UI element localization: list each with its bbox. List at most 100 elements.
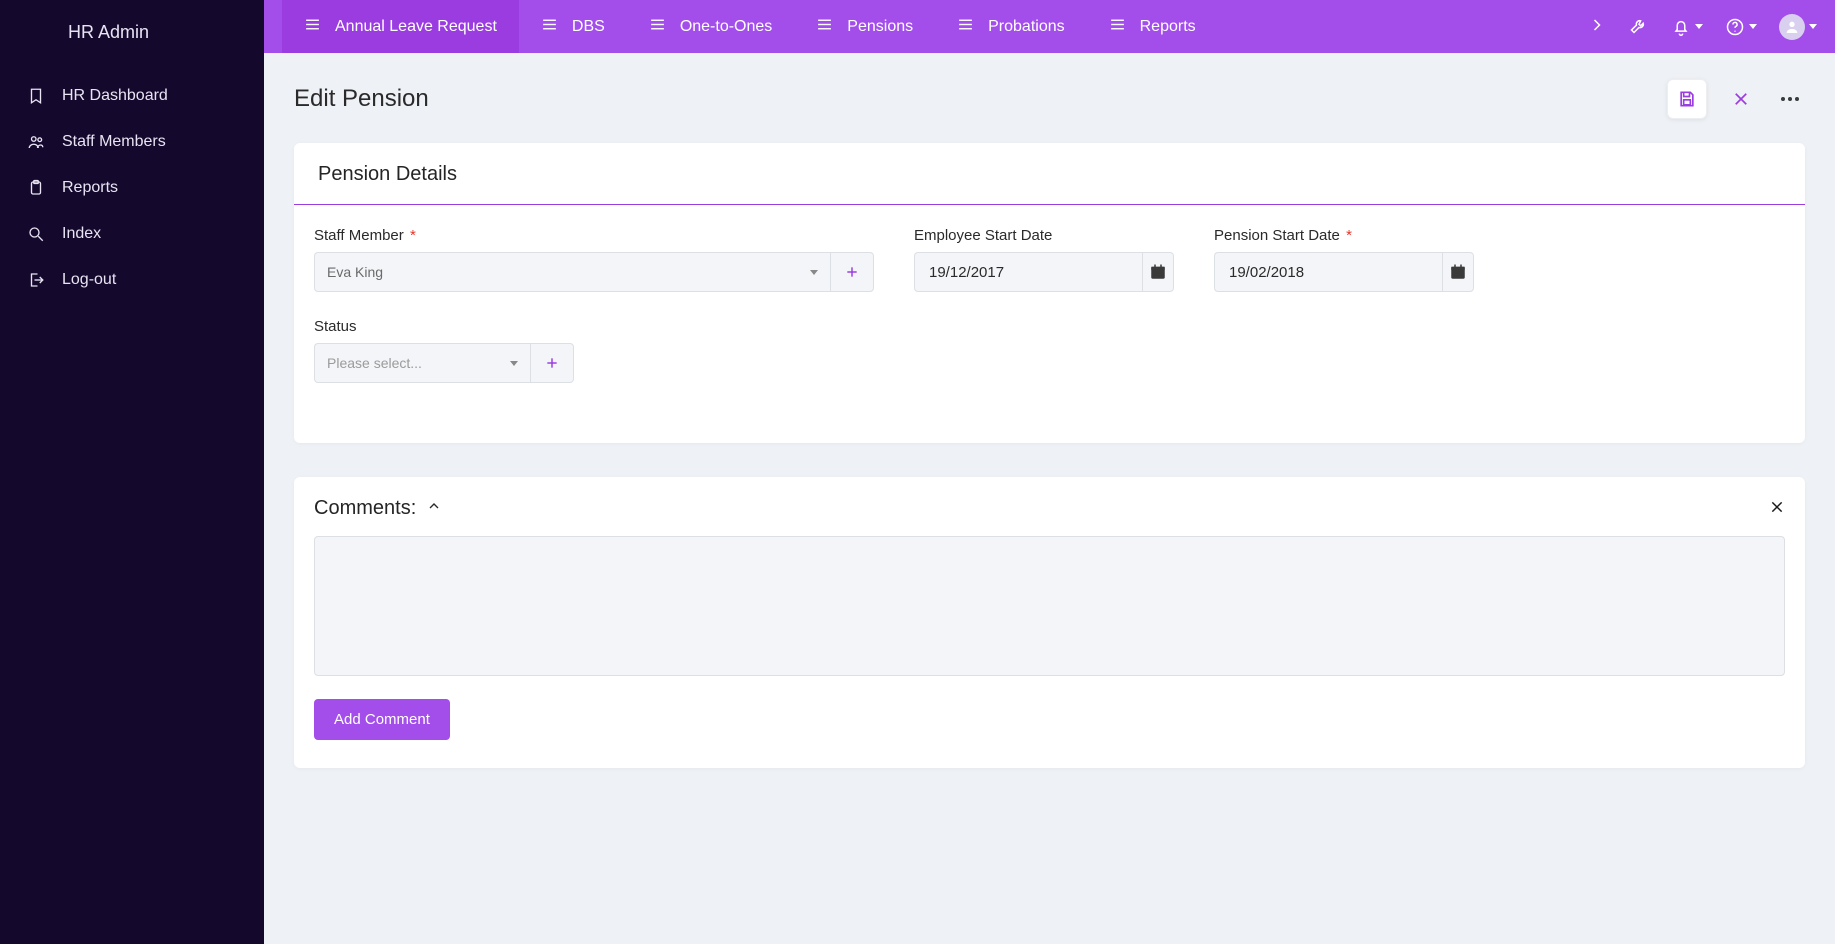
topbar: Annual Leave Request DBS One-to-Ones Pen… [264, 0, 1835, 53]
comments-title-wrap[interactable]: Comments: [314, 497, 442, 520]
sidebar-item-hr-dashboard[interactable]: HR Dashboard [0, 73, 264, 119]
field-employee-start-date: Employee Start Date [914, 227, 1174, 292]
sidebar-item-label: Reports [62, 179, 118, 197]
close-button[interactable] [1721, 79, 1761, 119]
tab-label: Annual Leave Request [335, 18, 497, 36]
sidebar-item-label: Staff Members [62, 133, 166, 151]
tab-dbs[interactable]: DBS [519, 0, 627, 53]
chevron-down-icon [1809, 24, 1817, 29]
tab-label: Probations [988, 18, 1065, 36]
field-staff-member: Staff Member * Eva King [314, 227, 874, 292]
notifications-menu[interactable] [1671, 17, 1703, 37]
page-actions [1667, 79, 1805, 119]
close-icon [1732, 90, 1750, 108]
menu-icon [649, 16, 666, 38]
employee-start-date-wrap [914, 252, 1174, 292]
sidebar-item-label: HR Dashboard [62, 87, 168, 105]
tab-pensions[interactable]: Pensions [794, 0, 935, 53]
chevron-up-icon [426, 497, 442, 520]
staff-member-combo: Eva King [314, 252, 874, 292]
chevron-down-icon [1749, 24, 1757, 29]
tab-label: Pensions [847, 18, 913, 36]
comments-title: Comments: [314, 497, 416, 520]
status-select[interactable]: Please select... [314, 343, 530, 383]
page-title: Edit Pension [294, 85, 429, 113]
field-pension-start-date: Pension Start Date * [1214, 227, 1474, 292]
tab-label: One-to-Ones [680, 18, 772, 36]
form-row-1: Staff Member * Eva King [314, 227, 1785, 292]
staff-member-select[interactable]: Eva King [314, 252, 830, 292]
more-actions-button[interactable] [1775, 91, 1805, 107]
status-label: Status [314, 318, 574, 335]
tab-label: DBS [572, 18, 605, 36]
comments-textarea[interactable] [314, 536, 1785, 676]
search-icon [26, 225, 46, 243]
required-icon: * [410, 227, 416, 244]
tab-probations[interactable]: Probations [935, 0, 1087, 53]
staff-member-label: Staff Member * [314, 227, 874, 244]
status-placeholder: Please select... [327, 355, 422, 371]
topbar-right [1577, 14, 1817, 40]
status-add-button[interactable] [530, 343, 574, 383]
status-combo: Please select... [314, 343, 574, 383]
employee-start-date-picker-button[interactable] [1142, 252, 1174, 292]
employee-start-date-label: Employee Start Date [914, 227, 1174, 244]
chevron-down-icon [510, 361, 518, 366]
staff-member-value: Eva King [327, 264, 383, 280]
menu-icon [541, 16, 558, 38]
pension-start-date-input[interactable] [1214, 252, 1442, 292]
label-text: Pension Start Date [1214, 227, 1340, 244]
menu-icon [816, 16, 833, 38]
add-comment-button[interactable]: Add Comment [314, 699, 450, 740]
pension-start-date-wrap [1214, 252, 1474, 292]
menu-icon [1109, 16, 1126, 38]
card-divider [294, 204, 1805, 205]
pension-start-date-label: Pension Start Date * [1214, 227, 1474, 244]
sidebar: HR Admin HR Dashboard Staff Members [0, 0, 264, 944]
tab-label: Reports [1140, 18, 1196, 36]
save-button[interactable] [1667, 79, 1707, 119]
staff-member-add-button[interactable] [830, 252, 874, 292]
calendar-icon [1449, 263, 1467, 281]
logout-icon [26, 271, 46, 289]
tab-strip: Annual Leave Request DBS One-to-Ones Pen… [282, 0, 1573, 53]
field-status: Status Please select... [314, 318, 574, 383]
sidebar-nav: HR Dashboard Staff Members Reports Index [0, 63, 264, 313]
clipboard-icon [26, 179, 46, 197]
tab-annual-leave-request[interactable]: Annual Leave Request [282, 0, 519, 53]
comments-card: Comments: Add Comment [294, 477, 1805, 768]
bookmark-icon [26, 87, 46, 105]
plus-icon [844, 264, 860, 280]
help-menu[interactable] [1725, 17, 1757, 37]
page-header: Edit Pension [264, 53, 1835, 133]
menu-icon [304, 16, 321, 38]
avatar-icon [1779, 14, 1805, 40]
card-title: Pension Details [314, 163, 1785, 204]
sidebar-item-index[interactable]: Index [0, 211, 264, 257]
tab-one-to-ones[interactable]: One-to-Ones [627, 0, 794, 53]
sidebar-item-staff-members[interactable]: Staff Members [0, 119, 264, 165]
chevron-down-icon [1695, 24, 1703, 29]
sidebar-item-logout[interactable]: Log-out [0, 257, 264, 303]
tabs-overflow-icon[interactable] [1587, 15, 1607, 38]
pension-start-date-picker-button[interactable] [1442, 252, 1474, 292]
chevron-down-icon [810, 270, 818, 275]
comments-header: Comments: [314, 497, 1785, 536]
close-icon [1769, 499, 1785, 515]
app-root: HR Admin HR Dashboard Staff Members [0, 0, 1835, 944]
plus-icon [544, 355, 560, 371]
required-icon: * [1346, 227, 1352, 244]
pension-details-card: Pension Details Staff Member * Eva King [294, 143, 1805, 443]
save-icon [1677, 89, 1697, 109]
comments-close-button[interactable] [1769, 499, 1785, 518]
employee-start-date-input[interactable] [914, 252, 1142, 292]
sidebar-item-label: Log-out [62, 271, 116, 289]
wrench-icon[interactable] [1629, 15, 1649, 38]
sidebar-header: HR Admin [0, 22, 264, 63]
user-menu[interactable] [1779, 14, 1817, 40]
sidebar-item-reports[interactable]: Reports [0, 165, 264, 211]
people-icon [26, 133, 46, 151]
calendar-icon [1149, 263, 1167, 281]
tab-reports[interactable]: Reports [1087, 0, 1218, 53]
menu-icon [957, 16, 974, 38]
